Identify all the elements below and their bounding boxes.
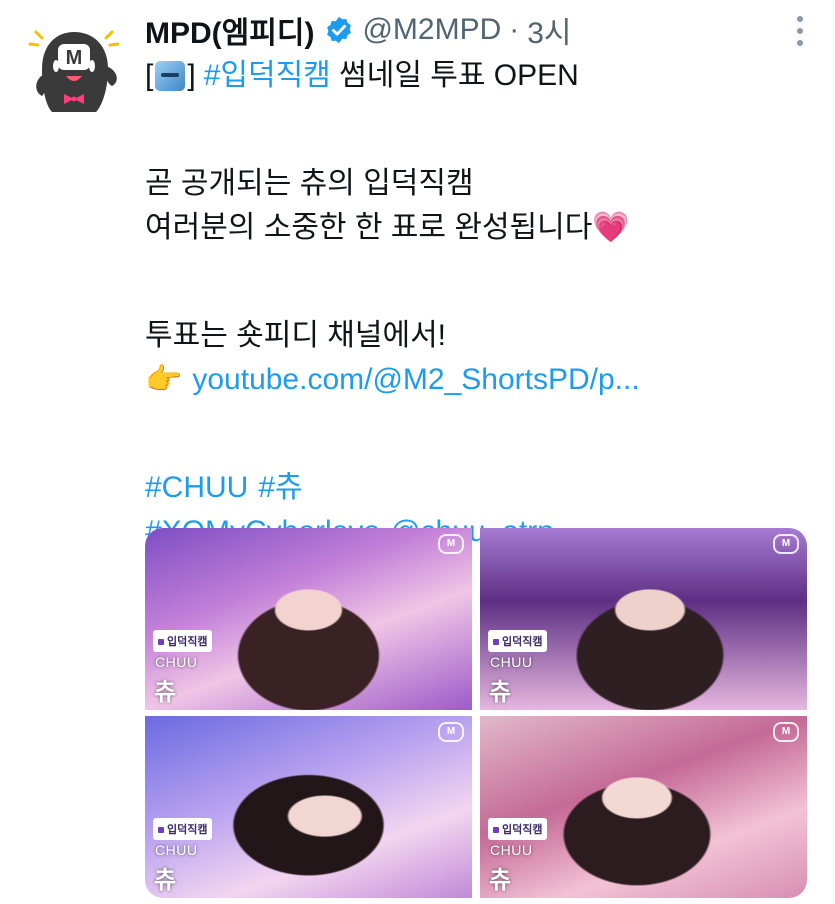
- tweet-line-3-text: 여러분의 소중한 한 표로 완성됩니다: [145, 211, 593, 244]
- hashtag-chuu[interactable]: #CHUU: [145, 466, 248, 510]
- caption-english: CHUU: [155, 654, 198, 670]
- channel-logo-icon: M: [773, 722, 799, 742]
- caption-korean: 츄: [154, 867, 177, 894]
- media-grid: M 입덕직캠 CHUU 츄 M 입덕직캠 CHUU 츄 M 입덕직캠 CHUU …: [145, 528, 807, 898]
- media-thumbnail-3[interactable]: M 입덕직캠 CHUU 츄: [145, 716, 472, 898]
- caption-korean: 츄: [154, 679, 177, 706]
- heart-emoji-icon: 💗: [592, 211, 630, 244]
- fancam-badge: 입덕직캠: [488, 630, 548, 652]
- fancam-badge: 입덕직캠: [153, 630, 213, 652]
- tweet-line-1-text: 썸네일 투표 OPEN: [330, 59, 579, 92]
- channel-logo-icon: M: [438, 534, 464, 554]
- display-name[interactable]: MPD(엠피디): [145, 8, 314, 52]
- caption-english: CHUU: [155, 842, 198, 858]
- bracket-open: [: [145, 59, 154, 92]
- channel-logo-icon: M: [438, 722, 464, 742]
- hashtags-line-1: #CHUU #츄: [145, 466, 815, 510]
- tweet-line-4: 투표는 숏피디 채널에서!: [145, 319, 447, 352]
- caption-korean: 츄: [489, 867, 512, 894]
- mpd-mascot-avatar-icon: M: [28, 30, 120, 112]
- pointing-hand-icon: 👉: [145, 363, 183, 396]
- ballot-box-icon: [155, 61, 186, 91]
- timestamp[interactable]: 3시: [527, 8, 571, 52]
- tweet-header: MPD(엠피디) @M2MPD · 3시: [145, 10, 815, 50]
- fancam-badge: 입덕직캠: [153, 818, 213, 840]
- tweet-line-2: 곧 공개되는 츄의 입덕직캠: [145, 167, 474, 200]
- media-thumbnail-2[interactable]: M 입덕직캠 CHUU 츄: [480, 528, 807, 710]
- tweet-link-line: 👉 youtube.com/@M2_ShortsPD/p...: [145, 358, 815, 402]
- svg-text:M: M: [66, 47, 83, 69]
- user-handle[interactable]: @M2MPD: [362, 13, 501, 47]
- channel-logo-icon: M: [773, 534, 799, 554]
- media-thumbnail-1[interactable]: M 입덕직캠 CHUU 츄: [145, 528, 472, 710]
- bracket-close: ]: [187, 59, 196, 92]
- caption-english: CHUU: [490, 654, 533, 670]
- tweet-text: [ ] #입덕직캠 썸네일 투표 OPEN 곧 공개되는 츄의 입덕직캠 여러분…: [145, 54, 815, 554]
- media-thumbnail-4[interactable]: M 입덕직캠 CHUU 츄: [480, 716, 807, 898]
- more-options-icon[interactable]: [795, 16, 805, 46]
- separator-dot: ·: [509, 13, 520, 46]
- hashtag-chuu-korean[interactable]: #츄: [258, 466, 302, 510]
- tweet-line-3: 여러분의 소중한 한 표로 완성됩니다 💗: [145, 206, 815, 250]
- tweet-card: M MPD(엠피디) @M2MPD · 3시 [ ] #입덕직캠 썸네일 투표 …: [0, 0, 835, 904]
- verified-badge-icon: [324, 15, 354, 45]
- fancam-badge: 입덕직캠: [488, 818, 548, 840]
- caption-english: CHUU: [490, 842, 533, 858]
- hashtag-link[interactable]: #입덕직캠: [204, 54, 331, 98]
- avatar[interactable]: M: [22, 14, 126, 118]
- tweet-line-1: [ ] #입덕직캠 썸네일 투표 OPEN: [145, 54, 815, 98]
- caption-korean: 츄: [489, 679, 512, 706]
- youtube-link[interactable]: youtube.com/@M2_ShortsPD/p...: [192, 358, 639, 402]
